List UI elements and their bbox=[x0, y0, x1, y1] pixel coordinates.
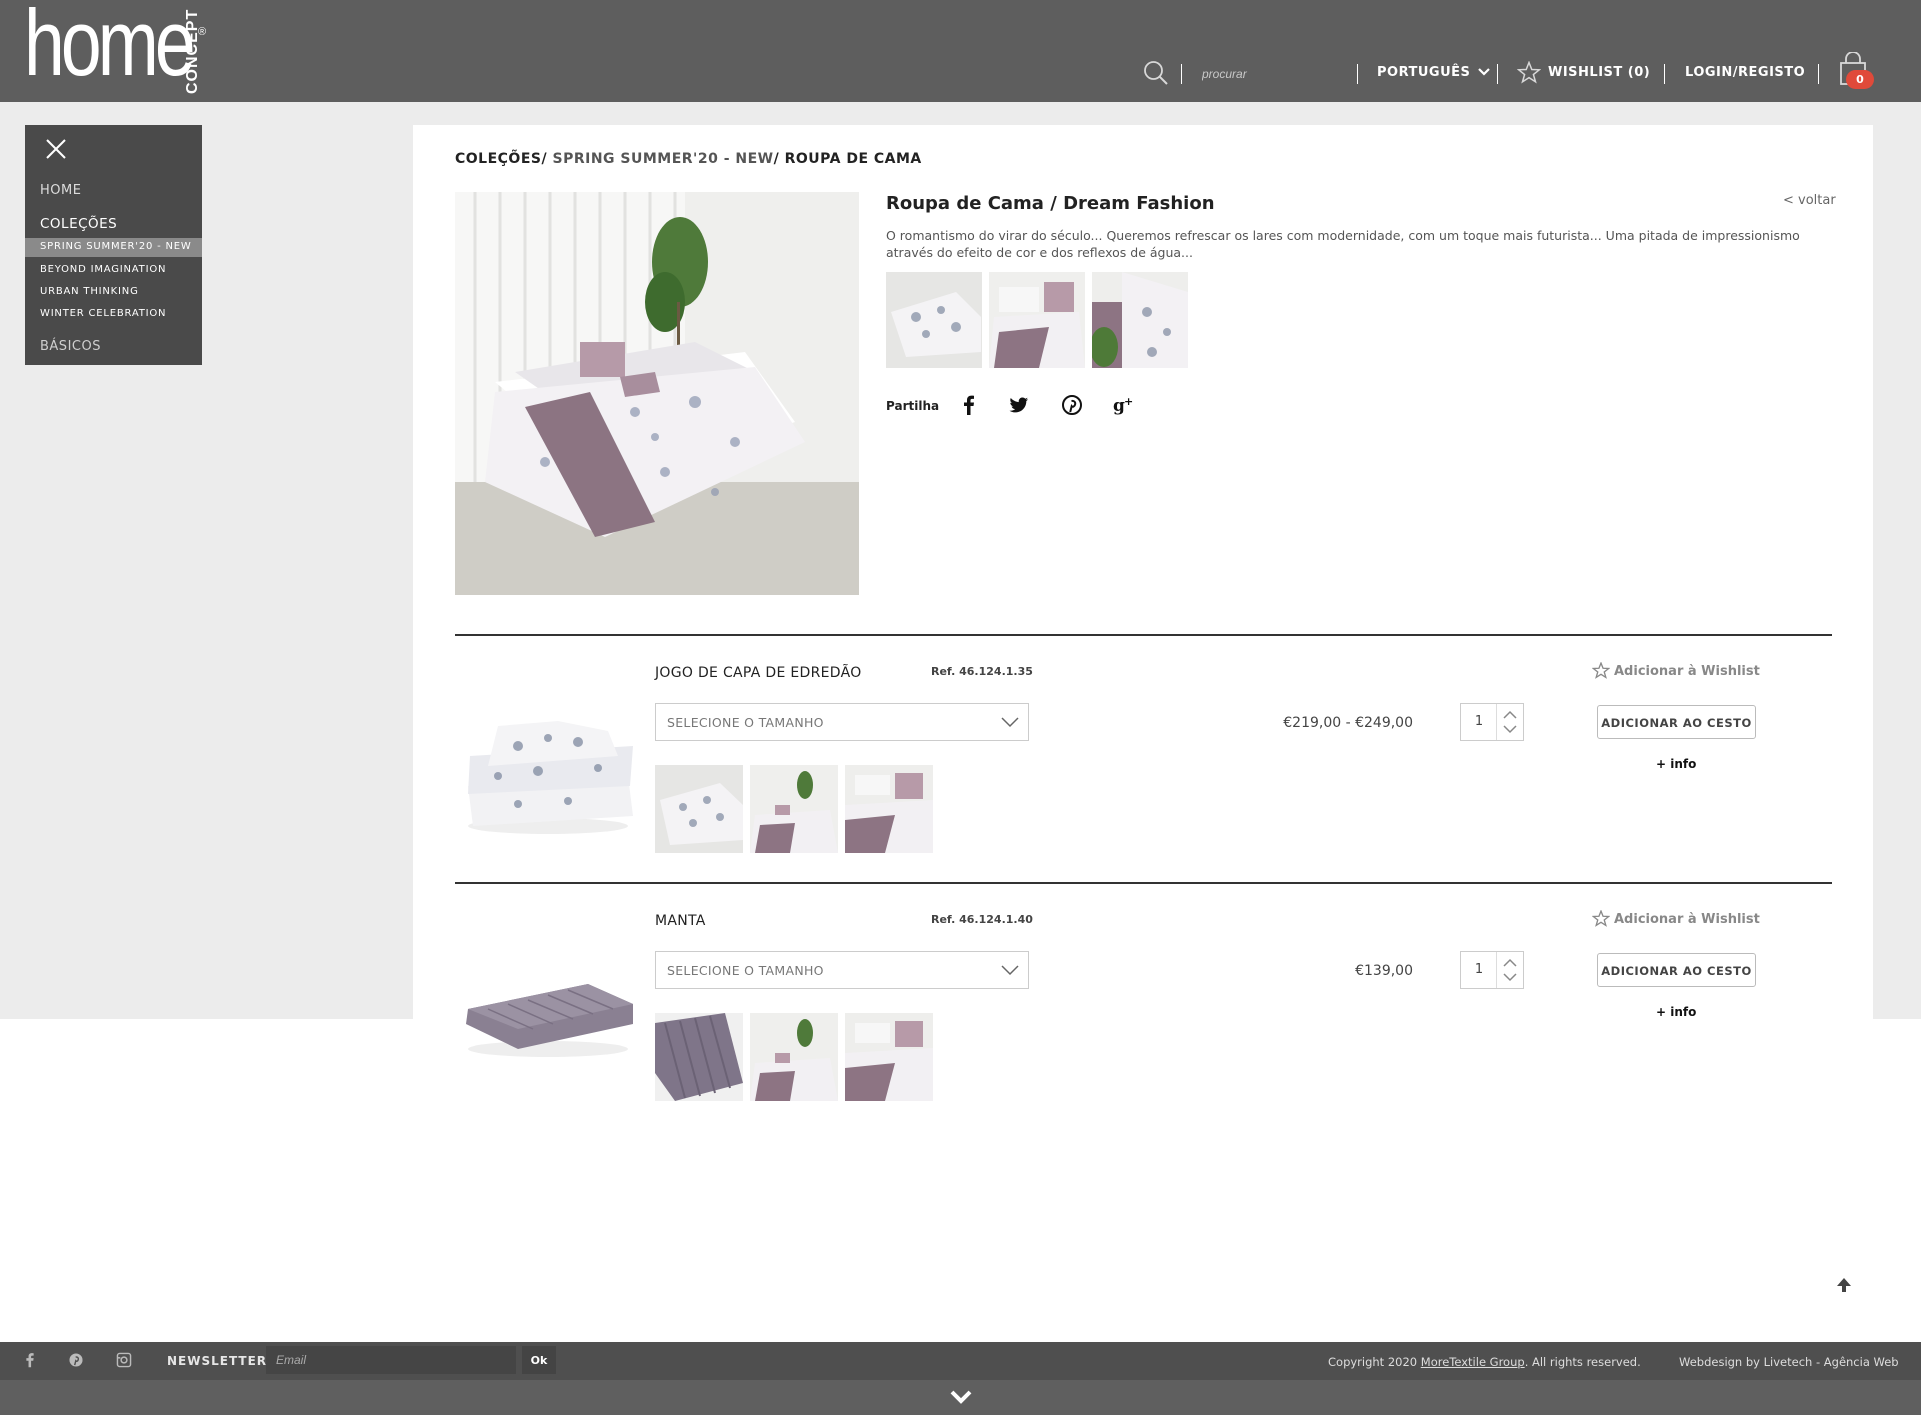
item-image-duvet-set[interactable] bbox=[458, 676, 638, 856]
logo-text: home bbox=[24, 0, 196, 95]
instagram-icon[interactable] bbox=[116, 1352, 132, 1368]
header-divider bbox=[1497, 64, 1498, 84]
size-select[interactable]: SELECIONE O TAMANHO bbox=[655, 703, 1029, 741]
product-description: O romantismo do virar do século... Quere… bbox=[886, 228, 1800, 260]
item-thumbnail[interactable] bbox=[845, 1013, 933, 1101]
more-info-link[interactable]: + info bbox=[1656, 1005, 1696, 1019]
facebook-icon[interactable] bbox=[22, 1352, 38, 1368]
menu-item-colecoes[interactable]: COLEÇÕES bbox=[40, 216, 117, 232]
header-divider bbox=[1664, 64, 1665, 84]
language-selector[interactable]: PORTUGUÊS bbox=[1377, 65, 1491, 80]
newsletter-submit-button[interactable]: Ok bbox=[522, 1346, 556, 1374]
chevron-down-icon bbox=[1478, 68, 1491, 76]
stepper-arrows-icon[interactable] bbox=[1496, 704, 1523, 740]
menu-subitem-winter-celebration[interactable]: WINTER CELEBRATION bbox=[40, 308, 166, 319]
size-select-placeholder: SELECIONE O TAMANHO bbox=[667, 715, 824, 730]
product-thumbnail[interactable] bbox=[1092, 272, 1188, 368]
product-thumbnail[interactable] bbox=[989, 272, 1085, 368]
item-name: MANTA bbox=[655, 913, 706, 929]
size-select-placeholder: SELECIONE O TAMANHO bbox=[667, 963, 824, 978]
size-select[interactable]: SELECIONE O TAMANHO bbox=[655, 951, 1029, 989]
close-icon[interactable] bbox=[44, 137, 68, 161]
newsletter-email-input[interactable] bbox=[266, 1346, 516, 1374]
star-icon[interactable] bbox=[1592, 910, 1610, 927]
item-thumbnail[interactable] bbox=[750, 1013, 838, 1101]
menu-subitem-spring-summer[interactable]: SPRING SUMMER'20 - NEW bbox=[40, 241, 192, 252]
side-menu: HOME COLEÇÕES SPRING SUMMER'20 - NEW BEY… bbox=[25, 125, 202, 365]
star-icon[interactable] bbox=[1592, 662, 1610, 679]
quantity-value[interactable]: 1 bbox=[1461, 952, 1497, 988]
item-ref: Ref. 46.124.1.40 bbox=[931, 913, 1033, 926]
newsletter-label: NEWSLETTER bbox=[167, 1354, 268, 1368]
cart-count-badge[interactable]: 0 bbox=[1846, 70, 1874, 89]
webdesign-credit-link[interactable]: Webdesign by Livetech - Agência Web bbox=[1679, 1355, 1899, 1369]
copyright-link[interactable]: MoreTextile Group bbox=[1421, 1355, 1525, 1369]
stepper-arrows-icon[interactable] bbox=[1496, 952, 1523, 988]
header-divider bbox=[1818, 64, 1819, 84]
menu-item-basicos[interactable]: BÁSICOS bbox=[40, 339, 101, 354]
breadcrumb-colecoes[interactable]: COLEÇÕES/ bbox=[455, 151, 547, 167]
breadcrumb-collection[interactable]: SPRING SUMMER'20 - NEW bbox=[547, 151, 774, 167]
login-register-link[interactable]: LOGIN/REGISTO bbox=[1685, 65, 1805, 80]
item-thumbnail[interactable] bbox=[655, 765, 743, 853]
item-ref: Ref. 46.124.1.35 bbox=[931, 665, 1033, 678]
share-label: Partilha bbox=[886, 399, 940, 413]
menu-subitem-urban-thinking[interactable]: URBAN THINKING bbox=[40, 286, 139, 297]
item-price: €219,00 - €249,00 bbox=[1283, 715, 1413, 731]
section-divider bbox=[455, 634, 1832, 636]
chevron-down-icon[interactable] bbox=[948, 1387, 974, 1407]
copyright-text: Copyright 2020 MoreTextile Group. All ri… bbox=[1328, 1355, 1641, 1369]
pinterest-icon[interactable] bbox=[68, 1352, 84, 1368]
menu-item-home[interactable]: HOME bbox=[40, 183, 81, 198]
product-title: Roupa de Cama / Dream Fashion bbox=[886, 193, 1215, 214]
add-to-cart-button[interactable]: ADICIONAR AO CESTO bbox=[1597, 705, 1756, 739]
item-thumbnail[interactable] bbox=[845, 765, 933, 853]
site-header: home ® CONCEPT PORTUGUÊS WISHLIST (0) LO… bbox=[0, 0, 1921, 102]
logo-subtext: CONCEPT bbox=[184, 8, 201, 94]
chevron-down-icon bbox=[1001, 965, 1019, 976]
chevron-down-icon bbox=[1001, 717, 1019, 728]
breadcrumb: COLEÇÕES/ SPRING SUMMER'20 - NEW/ ROUPA … bbox=[455, 151, 922, 167]
language-label: PORTUGUÊS bbox=[1377, 65, 1471, 80]
copyright-prefix: Copyright 2020 bbox=[1328, 1355, 1421, 1369]
item-price: €139,00 bbox=[1355, 963, 1413, 979]
item-thumbnail[interactable] bbox=[750, 765, 838, 853]
add-to-wishlist-link[interactable]: Adicionar à Wishlist bbox=[1614, 664, 1760, 679]
copyright-suffix: . All rights reserved. bbox=[1524, 1355, 1641, 1369]
item-name: JOGO DE CAPA DE EDREDÃO bbox=[655, 665, 862, 681]
twitter-icon[interactable] bbox=[1008, 394, 1030, 416]
search-icon[interactable] bbox=[1143, 60, 1169, 86]
product-main-image[interactable] bbox=[455, 192, 859, 595]
add-to-wishlist-link[interactable]: Adicionar à Wishlist bbox=[1614, 912, 1760, 927]
arrow-up-icon[interactable] bbox=[1835, 1276, 1853, 1294]
header-divider bbox=[1357, 64, 1358, 84]
facebook-icon[interactable] bbox=[958, 394, 980, 416]
quantity-stepper[interactable]: 1 bbox=[1460, 951, 1524, 989]
more-info-link[interactable]: + info bbox=[1656, 757, 1696, 771]
breadcrumb-current: / ROUPA DE CAMA bbox=[773, 151, 922, 167]
search-input[interactable] bbox=[1198, 62, 1346, 86]
wishlist-link[interactable]: WISHLIST (0) bbox=[1548, 65, 1650, 80]
svg-text:+: + bbox=[1124, 395, 1133, 408]
menu-subitem-beyond-imagination[interactable]: BEYOND IMAGINATION bbox=[40, 264, 166, 275]
star-icon[interactable] bbox=[1517, 61, 1541, 84]
quantity-value[interactable]: 1 bbox=[1461, 704, 1497, 740]
quantity-stepper[interactable]: 1 bbox=[1460, 703, 1524, 741]
google-plus-icon[interactable]: g + bbox=[1113, 394, 1135, 416]
pinterest-icon[interactable] bbox=[1061, 394, 1083, 416]
add-to-cart-button[interactable]: ADICIONAR AO CESTO bbox=[1597, 953, 1756, 987]
item-image-blanket[interactable] bbox=[458, 924, 638, 1104]
header-divider bbox=[1181, 64, 1182, 84]
back-link[interactable]: < voltar bbox=[1783, 193, 1836, 208]
item-thumbnail[interactable] bbox=[655, 1013, 743, 1101]
product-thumbnail[interactable] bbox=[886, 272, 982, 368]
section-divider bbox=[455, 882, 1832, 884]
